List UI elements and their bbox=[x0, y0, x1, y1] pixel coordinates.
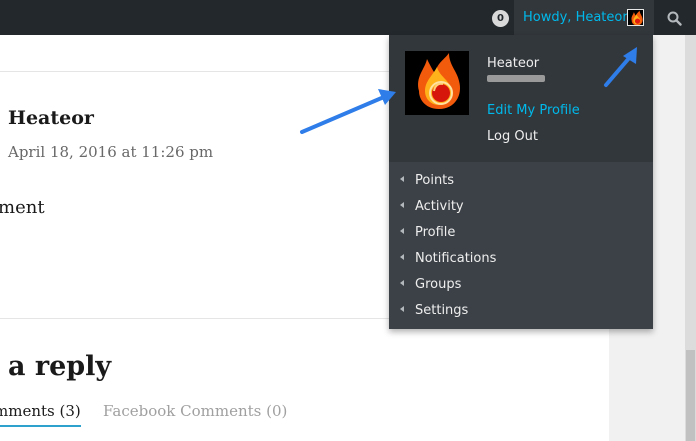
profile-avatar[interactable] bbox=[405, 51, 469, 115]
arrow-to-avatar bbox=[300, 89, 396, 134]
caret-left-icon bbox=[400, 202, 404, 208]
comment-text: ment bbox=[0, 197, 45, 218]
comment-author[interactable]: Heateor bbox=[8, 107, 94, 129]
howdy-label[interactable]: Howdy, Heateor bbox=[523, 10, 628, 25]
profile-display-name[interactable]: Heateor bbox=[487, 56, 539, 71]
profile-username-redacted: •••••••• bbox=[487, 75, 545, 82]
edit-profile-link[interactable]: Edit My Profile bbox=[487, 103, 580, 118]
caret-left-icon bbox=[400, 306, 404, 312]
menu-item-points[interactable]: Points bbox=[389, 168, 653, 194]
scrollbar-thumb[interactable] bbox=[686, 350, 695, 441]
menu-item-label: Settings bbox=[415, 303, 469, 318]
search-button[interactable] bbox=[654, 0, 696, 35]
caret-left-icon bbox=[400, 228, 404, 234]
notification-badge[interactable]: 0 bbox=[492, 10, 509, 27]
comment-date[interactable]: April 18, 2016 at 11:26 pm bbox=[8, 143, 213, 161]
profile-submenu: Points Activity Profile Notifications Gr… bbox=[389, 162, 653, 329]
menu-item-label: Groups bbox=[415, 277, 462, 292]
fire-avatar-icon bbox=[405, 51, 469, 115]
caret-left-icon bbox=[400, 254, 404, 260]
menu-item-label: Activity bbox=[415, 199, 464, 214]
menu-item-groups[interactable]: Groups bbox=[389, 272, 653, 298]
menu-item-profile[interactable]: Profile bbox=[389, 220, 653, 246]
tab-comments[interactable]: mments (3) bbox=[0, 402, 81, 427]
caret-left-icon bbox=[400, 280, 404, 286]
menu-item-label: Profile bbox=[415, 225, 456, 240]
user-avatar-small[interactable] bbox=[627, 9, 644, 26]
menu-item-settings[interactable]: Settings bbox=[389, 298, 653, 324]
reply-heading: a reply bbox=[8, 351, 112, 382]
menu-item-notifications[interactable]: Notifications bbox=[389, 246, 653, 272]
menu-item-label: Points bbox=[415, 173, 455, 188]
tab-facebook-comments[interactable]: Facebook Comments (0) bbox=[103, 402, 287, 420]
search-icon bbox=[667, 11, 682, 26]
admin-bar: 0 Howdy, Heateor bbox=[0, 0, 696, 35]
menu-item-label: Notifications bbox=[415, 251, 497, 266]
account-dropdown: Heateor •••••••• Edit My Profile Log Out… bbox=[389, 35, 653, 329]
my-account-menu[interactable]: Howdy, Heateor bbox=[514, 0, 654, 35]
caret-left-icon bbox=[400, 176, 404, 182]
fire-avatar-icon bbox=[628, 10, 643, 25]
menu-item-activity[interactable]: Activity bbox=[389, 194, 653, 220]
logout-link[interactable]: Log Out bbox=[487, 129, 538, 144]
